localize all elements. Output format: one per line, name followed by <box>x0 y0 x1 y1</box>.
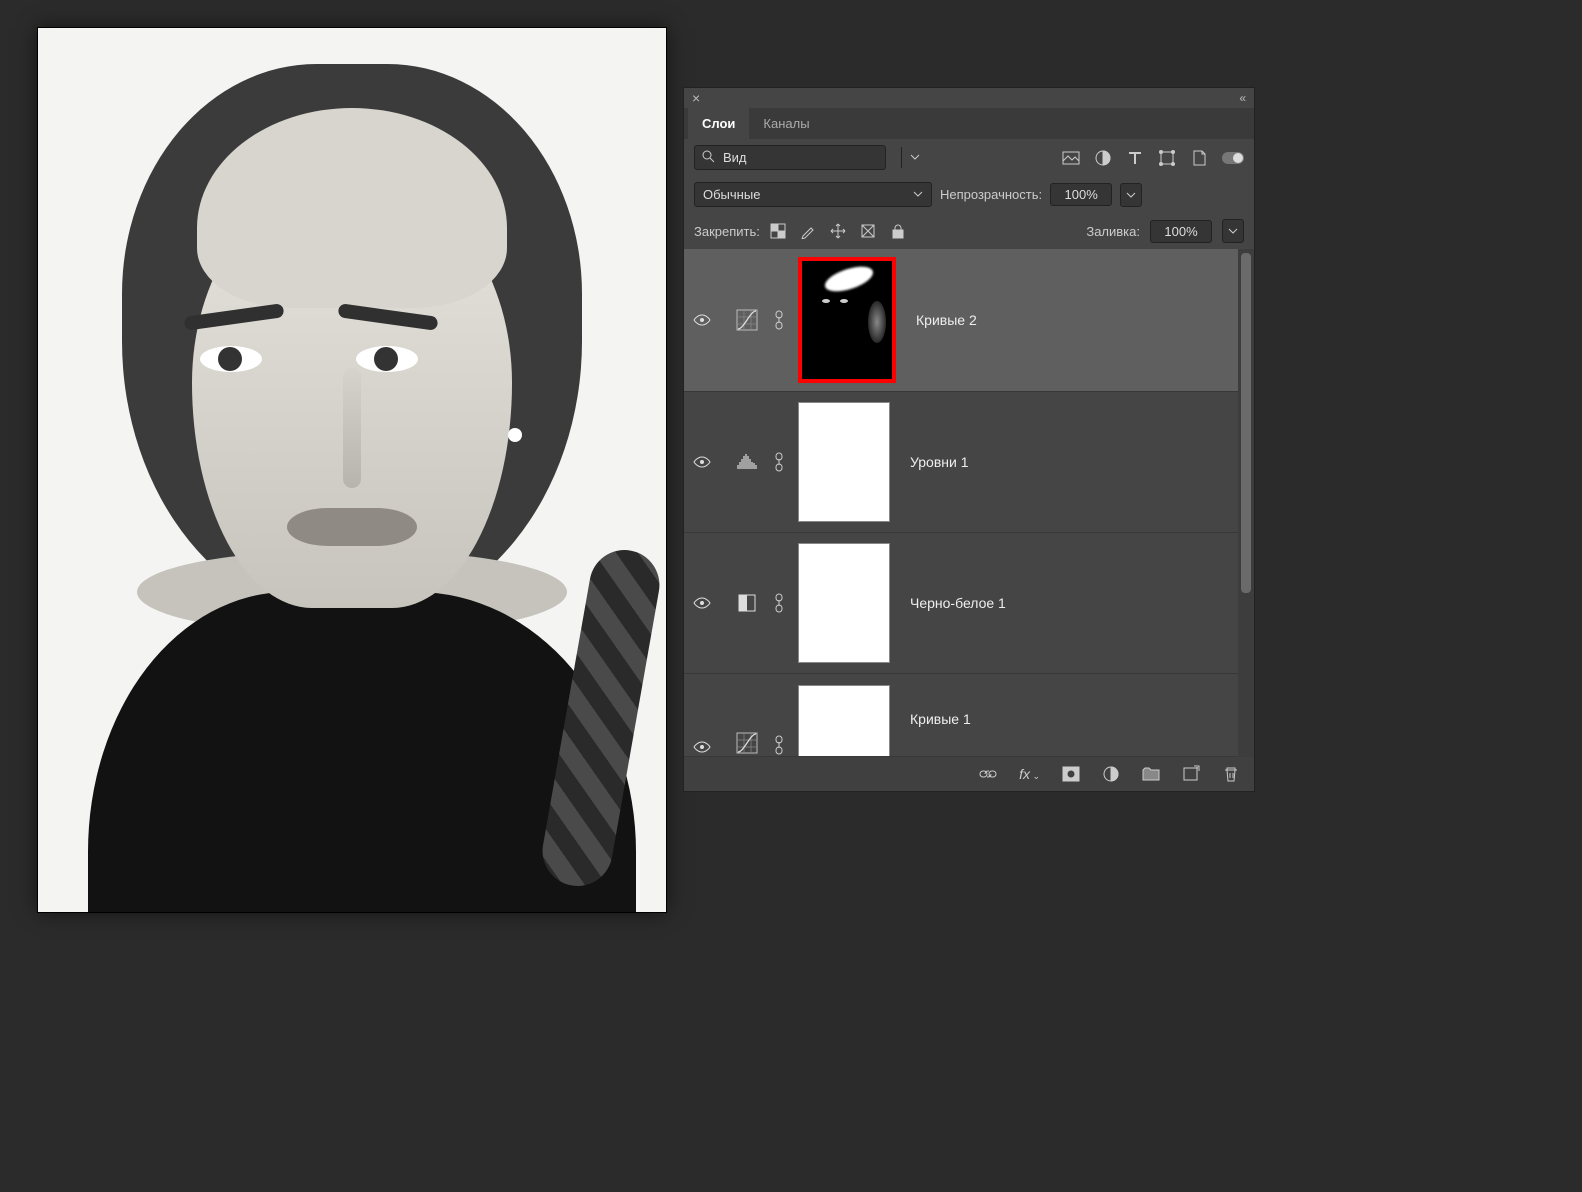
filter-toggle[interactable] <box>1222 152 1244 164</box>
opacity-value[interactable]: 100% <box>1050 183 1112 206</box>
layer-mask-thumb[interactable] <box>798 685 890 756</box>
layers-scrollbar[interactable] <box>1238 249 1254 757</box>
lock-all-icon[interactable] <box>890 223 906 239</box>
filter-icons <box>1062 149 1244 167</box>
app-stage: × « Слои Каналы <box>0 0 1582 1192</box>
layer-mask-thumb[interactable] <box>798 257 896 383</box>
layer-name[interactable]: Кривые 1 <box>910 711 971 727</box>
bw-adjustment-icon[interactable] <box>734 590 760 616</box>
blend-mode-select[interactable]: Обычные <box>694 182 932 207</box>
scrollbar-thumb[interactable] <box>1241 253 1251 593</box>
fill-stepper[interactable] <box>1222 219 1244 243</box>
fill-label: Заливка: <box>1086 224 1140 239</box>
fill-value[interactable]: 100% <box>1150 220 1212 243</box>
chevron-down-icon[interactable] <box>901 147 928 168</box>
panel-footer: fx ⌄ <box>684 757 1254 791</box>
layer-name[interactable]: Уровни 1 <box>910 454 969 470</box>
visibility-toggle[interactable] <box>690 594 714 612</box>
tab-layers[interactable]: Слои <box>688 108 749 139</box>
layer-row[interactable]: Кривые 2 <box>684 249 1238 392</box>
close-icon[interactable]: × <box>692 90 700 106</box>
shape-icon[interactable] <box>1158 149 1176 167</box>
fx-icon[interactable]: fx ⌄ <box>1019 766 1040 782</box>
trash-icon[interactable] <box>1222 765 1240 783</box>
blend-row: Обычные Непрозрачность: 100% <box>684 176 1254 213</box>
layer-kind-input[interactable] <box>721 147 901 168</box>
visibility-toggle[interactable] <box>690 453 714 471</box>
panel-titlebar: × « <box>684 88 1254 108</box>
panel-menu-icon[interactable] <box>1234 108 1254 139</box>
mask-link-icon[interactable] <box>770 309 788 331</box>
opacity-stepper[interactable] <box>1120 183 1142 207</box>
layer-mask-thumb[interactable] <box>798 402 890 522</box>
layer-name[interactable]: Черно-белое 1 <box>910 595 1006 611</box>
chevron-down-icon <box>913 187 923 202</box>
mask-link-icon[interactable] <box>770 734 788 756</box>
layer-row[interactable]: Черно-белое 1 <box>684 533 1238 674</box>
layer-name[interactable]: Кривые 2 <box>916 312 977 328</box>
layers-list-container: Кривые 2 Уровни <box>684 249 1254 757</box>
link-icon[interactable] <box>979 765 997 783</box>
collapse-icon[interactable]: « <box>1239 91 1246 105</box>
adjustment-icon[interactable] <box>1102 765 1120 783</box>
new-layer-icon[interactable] <box>1182 765 1200 783</box>
lock-move-icon[interactable] <box>830 223 846 239</box>
smartobject-icon[interactable] <box>1190 149 1208 167</box>
lock-label: Закрепить: <box>694 224 760 239</box>
lock-icons <box>770 223 906 239</box>
mask-link-icon[interactable] <box>770 592 788 614</box>
lock-row: Закрепить: Заливка: 100% <box>684 213 1254 249</box>
layers-list: Кривые 2 Уровни <box>684 249 1238 757</box>
mask-icon[interactable] <box>1062 765 1080 783</box>
layer-row[interactable]: Уровни 1 <box>684 392 1238 533</box>
opacity-label: Непрозрачность: <box>940 187 1042 202</box>
filter-row <box>684 139 1254 176</box>
tab-channels[interactable]: Каналы <box>749 108 823 139</box>
panel-tabs: Слои Каналы <box>684 108 1254 139</box>
blend-mode-value: Обычные <box>703 187 760 202</box>
canvas-image <box>38 28 666 912</box>
layer-row[interactable]: Кривые 1 <box>684 674 1238 757</box>
group-icon[interactable] <box>1142 765 1160 783</box>
mask-link-icon[interactable] <box>770 451 788 473</box>
image-icon[interactable] <box>1062 149 1080 167</box>
curves-adjustment-icon[interactable] <box>734 307 760 333</box>
document-canvas[interactable] <box>38 28 666 912</box>
visibility-toggle[interactable] <box>690 738 714 756</box>
text-icon[interactable] <box>1126 149 1144 167</box>
lock-brush-icon[interactable] <box>800 223 816 239</box>
levels-adjustment-icon[interactable] <box>734 449 760 475</box>
lock-transparency-icon[interactable] <box>770 223 786 239</box>
layer-kind-select[interactable] <box>694 145 886 170</box>
layers-panel: × « Слои Каналы <box>684 88 1254 791</box>
curves-adjustment-icon[interactable] <box>734 730 760 756</box>
lock-frame-icon[interactable] <box>860 223 876 239</box>
contrast-icon[interactable] <box>1094 149 1112 167</box>
visibility-toggle[interactable] <box>690 311 714 329</box>
search-icon <box>695 146 721 169</box>
layer-mask-thumb[interactable] <box>798 543 890 663</box>
